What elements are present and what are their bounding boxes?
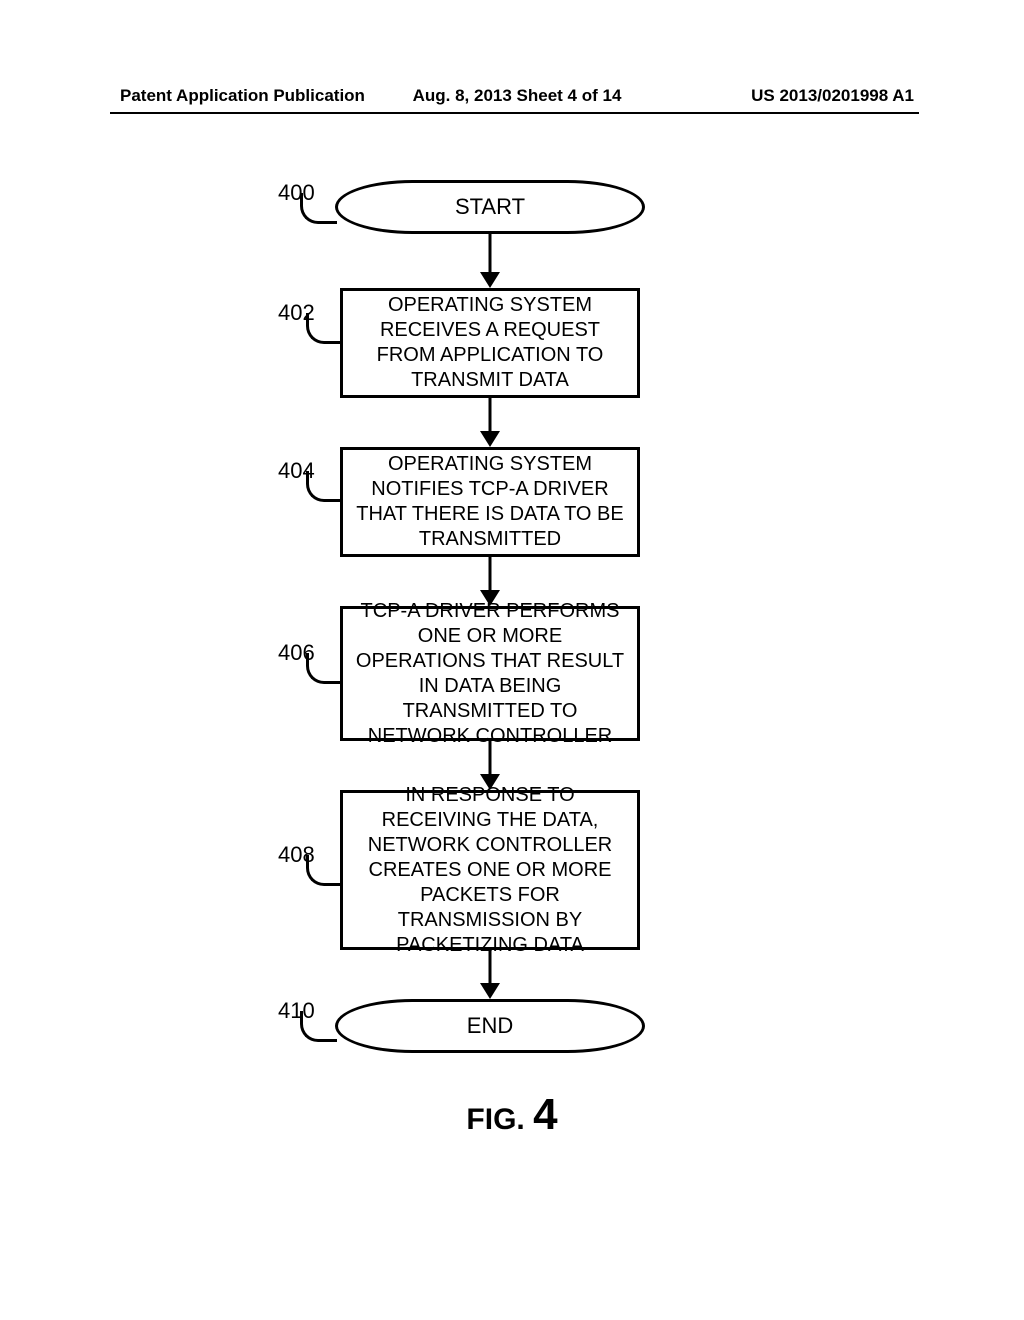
step-402: OPERATING SYSTEM RECEIVES A REQUEST FROM… xyxy=(340,288,640,398)
page: Patent Application Publication Aug. 8, 2… xyxy=(0,0,1024,1320)
hook-410 xyxy=(300,1011,337,1042)
header-left: Patent Application Publication xyxy=(120,86,385,106)
step-404: OPERATING SYSTEM NOTIFIES TCP-A DRIVER T… xyxy=(340,447,640,557)
fig-number: 4 xyxy=(533,1090,557,1139)
step-408-label: IN RESPONSE TO RECEIVING THE DATA, NETWO… xyxy=(351,783,629,958)
arrow-5-line xyxy=(489,950,492,985)
step-402-label: OPERATING SYSTEM RECEIVES A REQUEST FROM… xyxy=(351,293,629,393)
arrow-1-head xyxy=(480,272,500,288)
hook-402 xyxy=(306,313,343,344)
page-header: Patent Application Publication Aug. 8, 2… xyxy=(120,86,914,106)
start-label: START xyxy=(455,193,525,221)
step-408: IN RESPONSE TO RECEIVING THE DATA, NETWO… xyxy=(340,790,640,950)
header-rule xyxy=(110,112,919,114)
hook-406 xyxy=(306,653,343,684)
fig-prefix: FIG. xyxy=(466,1103,533,1136)
step-406-label: TCP-A DRIVER PERFORMS ONE OR MORE OPERAT… xyxy=(351,599,629,749)
hook-404 xyxy=(306,471,343,502)
step-404-label: OPERATING SYSTEM NOTIFIES TCP-A DRIVER T… xyxy=(351,452,629,552)
arrow-2-head xyxy=(480,431,500,447)
arrow-4-line xyxy=(489,741,492,776)
hook-408 xyxy=(306,855,343,886)
figure-caption: FIG. 4 xyxy=(0,1090,1024,1140)
step-406: TCP-A DRIVER PERFORMS ONE OR MORE OPERAT… xyxy=(340,606,640,741)
arrow-3-line xyxy=(489,557,492,592)
arrow-1-line xyxy=(489,234,492,274)
header-right: US 2013/0201998 A1 xyxy=(649,86,914,106)
start-node: START xyxy=(335,180,645,234)
arrow-5-head xyxy=(480,983,500,999)
end-node: END xyxy=(335,999,645,1053)
header-center: Aug. 8, 2013 Sheet 4 of 14 xyxy=(385,86,650,106)
end-label: END xyxy=(467,1012,513,1040)
arrow-2-line xyxy=(489,398,492,433)
hook-400 xyxy=(300,193,337,224)
